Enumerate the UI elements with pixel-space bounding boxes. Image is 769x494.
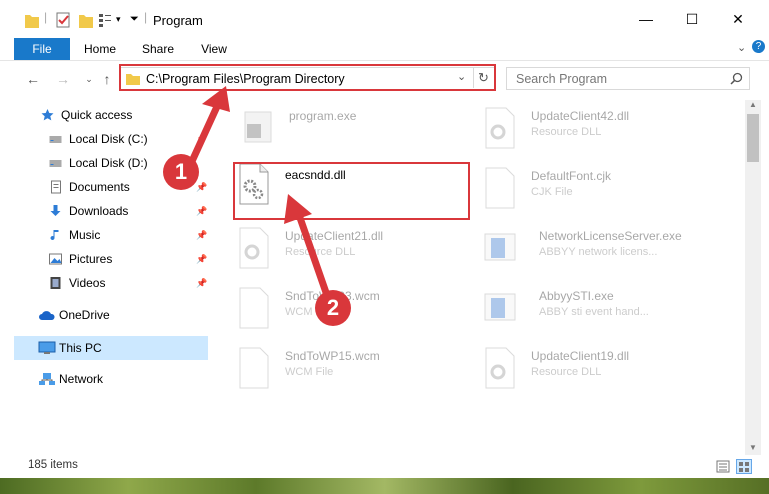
file-item[interactable]: NetworkLicenseServer.exe ABBYY network l… (483, 222, 723, 278)
tab-view[interactable]: View (192, 38, 236, 60)
vertical-scrollbar[interactable]: ▲ ▼ (745, 100, 761, 455)
dll-gear-icon (485, 347, 515, 389)
forward-icon[interactable]: → (54, 70, 72, 88)
documents-icon (51, 180, 61, 194)
scroll-up-icon[interactable]: ▲ (749, 100, 757, 109)
file-icon (239, 347, 269, 389)
large-icons-view-icon[interactable] (736, 459, 752, 474)
step-1-badge: 1 (163, 154, 199, 190)
nav-this-pc[interactable]: This PC (38, 337, 198, 359)
network-icon (39, 373, 55, 385)
scroll-down-icon[interactable]: ▼ (749, 443, 757, 452)
file-icon (485, 167, 515, 209)
annotation-arrows (184, 86, 334, 302)
maximize-button[interactable]: ☐ (669, 0, 715, 38)
file-explorer-window: | ▾ ⏷ | Program — ☐ ✕ File Home Share Vi… (0, 0, 769, 494)
tab-file[interactable]: File (14, 38, 70, 60)
search-input[interactable]: Search Program (516, 72, 607, 86)
app-window-icon (484, 233, 516, 261)
drive-icon (49, 136, 62, 143)
nav-network[interactable]: Network (38, 368, 198, 390)
tab-share[interactable]: Share (136, 38, 180, 60)
nav-onedrive[interactable]: OneDrive (38, 304, 198, 326)
tab-home[interactable]: Home (78, 38, 122, 60)
file-item[interactable]: UpdateClient19.dll Resource DLL (483, 342, 723, 398)
step-2-badge: 2 (315, 290, 351, 326)
customize-icon[interactable] (97, 10, 113, 30)
dll-gear-icon (485, 107, 515, 149)
new-folder-icon[interactable] (78, 10, 94, 30)
minimize-button[interactable]: — (623, 0, 669, 38)
window-title: Program (153, 13, 203, 28)
ribbon-tabs: File Home Share View ⌄ ? (0, 38, 769, 61)
dropdown-icon[interactable]: ▾ (116, 14, 121, 34)
item-count: 185 items (28, 459, 78, 471)
properties-icon[interactable] (55, 10, 71, 30)
file-item[interactable]: UpdateClient42.dll Resource DLL (483, 102, 723, 158)
separator-icon: | (44, 10, 48, 24)
download-icon (50, 205, 61, 216)
up-icon[interactable]: ↑ (98, 70, 116, 88)
quick-access-dropdown-icon[interactable]: ⏷ (130, 13, 139, 33)
back-icon[interactable]: ← (24, 70, 42, 88)
drive-icon (49, 160, 62, 167)
computer-icon (38, 341, 56, 354)
separator-icon: | (144, 10, 148, 24)
pictures-icon (49, 253, 62, 265)
star-icon (41, 109, 54, 121)
cloud-icon (39, 311, 55, 320)
title-bar: | ▾ ⏷ | Program — ☐ ✕ (0, 0, 769, 38)
search-box[interactable]: Search Program (506, 67, 750, 90)
recent-locations-icon[interactable]: ⌄ (80, 70, 98, 88)
file-item[interactable]: SndToWP15.wcm WCM File (237, 342, 477, 398)
music-icon (50, 230, 59, 241)
search-icon (730, 72, 743, 85)
videos-icon (50, 277, 61, 289)
scrollbar-thumb[interactable] (747, 114, 759, 162)
folder-icon (25, 15, 39, 28)
help-icon[interactable]: ? (752, 40, 765, 53)
expand-ribbon-icon[interactable]: ⌄ (737, 41, 746, 54)
details-view-icon[interactable] (716, 460, 730, 473)
close-button[interactable]: ✕ (715, 0, 761, 38)
app-window-icon (484, 293, 516, 321)
desktop-background (0, 478, 769, 494)
file-item[interactable]: DefaultFont.cjk CJK File (483, 162, 723, 218)
file-item[interactable]: AbbyySTI.exe ABBY sti event hand... (483, 282, 723, 338)
status-bar: 185 items (0, 455, 769, 477)
